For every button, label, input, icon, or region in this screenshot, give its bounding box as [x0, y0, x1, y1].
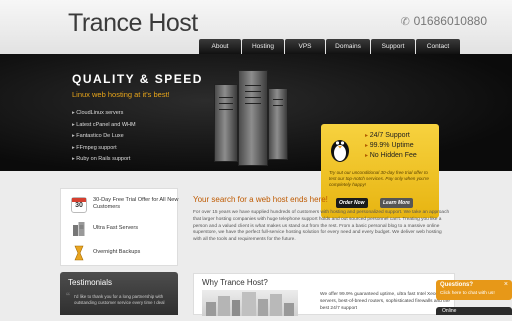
learn-more-button[interactable]: Learn More: [380, 198, 413, 208]
banner-feature: CloudLinux servers: [72, 108, 136, 120]
promo-text: Try out our unconditional 30-day free tr…: [329, 170, 429, 187]
quote-icon: “: [66, 290, 70, 304]
city-skyline-image: [202, 290, 298, 316]
banner-feature: Fantastico De Luxe: [72, 131, 136, 143]
site-header: Trance Host ✆ 01686010880 About Hosting V…: [0, 0, 512, 54]
why-text: We offer 99.9% guaranteed uptime, ultra …: [320, 292, 450, 311]
feature-label: 30-Day Free Trial Offer for All New Cust…: [93, 197, 179, 210]
servers-image: [200, 66, 300, 166]
feature-label: Ultra Fast Servers: [93, 225, 139, 231]
features-box: 30 30-Day Free Trial Offer for All New C…: [60, 188, 178, 266]
why-title: Why Trance Host?: [202, 278, 268, 287]
nav-domains[interactable]: Domains: [326, 39, 370, 54]
nav-hosting[interactable]: Hosting: [242, 39, 284, 54]
order-now-button[interactable]: Order Now: [336, 198, 368, 208]
banner-feature: FFmpeg support: [72, 143, 136, 155]
backup-clock-icon: [74, 245, 84, 261]
why-box: Why Trance Host? We offer 99.9% guarante…: [193, 273, 455, 316]
nav-about[interactable]: About: [199, 39, 241, 54]
feature-item: Overnight Backups: [71, 245, 179, 265]
server-tower: [238, 70, 268, 166]
banner-feature-list: CloudLinux servers Latest cPanel and WHM…: [72, 108, 136, 166]
calendar-icon: 30: [71, 197, 87, 213]
hero-banner: QUALITY & SPEED Linux web hosting at it'…: [0, 54, 512, 218]
chat-bar[interactable]: Online: [436, 307, 512, 315]
testimonials-title: Testimonials: [68, 278, 113, 287]
site-logo[interactable]: Trance Host: [68, 9, 198, 38]
live-chat-widget[interactable]: Questions? × Click here to chat with us!…: [436, 280, 512, 315]
main-nav: About Hosting VPS Domains Support Contac…: [199, 39, 461, 54]
nav-vps[interactable]: VPS: [285, 39, 325, 54]
nav-contact[interactable]: Contact: [416, 39, 460, 54]
servers-icon: [73, 222, 85, 236]
promo-feature: ▸ 99.9% Uptime: [365, 142, 414, 149]
server-tower: [214, 84, 238, 162]
chat-status: Online: [442, 308, 457, 314]
phone-icon: ✆: [400, 16, 410, 28]
close-icon[interactable]: ×: [504, 281, 508, 288]
server-tower: [268, 88, 288, 160]
feature-label: Overnight Backups: [93, 249, 141, 255]
promo-feature: ▸ No Hidden Fee: [365, 152, 417, 159]
chat-question: Questions?: [440, 282, 474, 288]
testimonial-text: I'd like to thank you for a long partner…: [74, 294, 165, 305]
feature-item: Ultra Fast Servers: [71, 221, 179, 241]
chat-help-link[interactable]: Click here to chat with us!: [440, 291, 495, 296]
nav-support[interactable]: Support: [371, 39, 415, 54]
banner-subtitle: Linux web hosting at it's best!: [72, 90, 170, 99]
penguin-icon: [331, 140, 349, 162]
promo-box: ▸ 24/7 Support ▸ 99.9% Uptime ▸ No Hidde…: [321, 124, 439, 218]
main-body: For over 15 years we have supplied hundr…: [193, 210, 450, 243]
chat-tooltip[interactable]: Questions? × Click here to chat with us!: [436, 280, 512, 300]
feature-item: 30 30-Day Free Trial Offer for All New C…: [71, 197, 179, 217]
banner-feature: Latest cPanel and WHM: [72, 120, 135, 132]
testimonials-box: Testimonials “ I'd like to thank you for…: [60, 272, 178, 315]
main-title: Your search for a web host ends here!: [193, 195, 328, 204]
banner-title: QUALITY & SPEED: [72, 72, 203, 86]
phone-number: ✆ 01686010880: [401, 14, 487, 28]
promo-feature: ▸ 24/7 Support: [365, 132, 410, 139]
phone-text: 01686010880: [413, 14, 487, 28]
banner-feature: Ruby on Rails support: [72, 154, 136, 166]
